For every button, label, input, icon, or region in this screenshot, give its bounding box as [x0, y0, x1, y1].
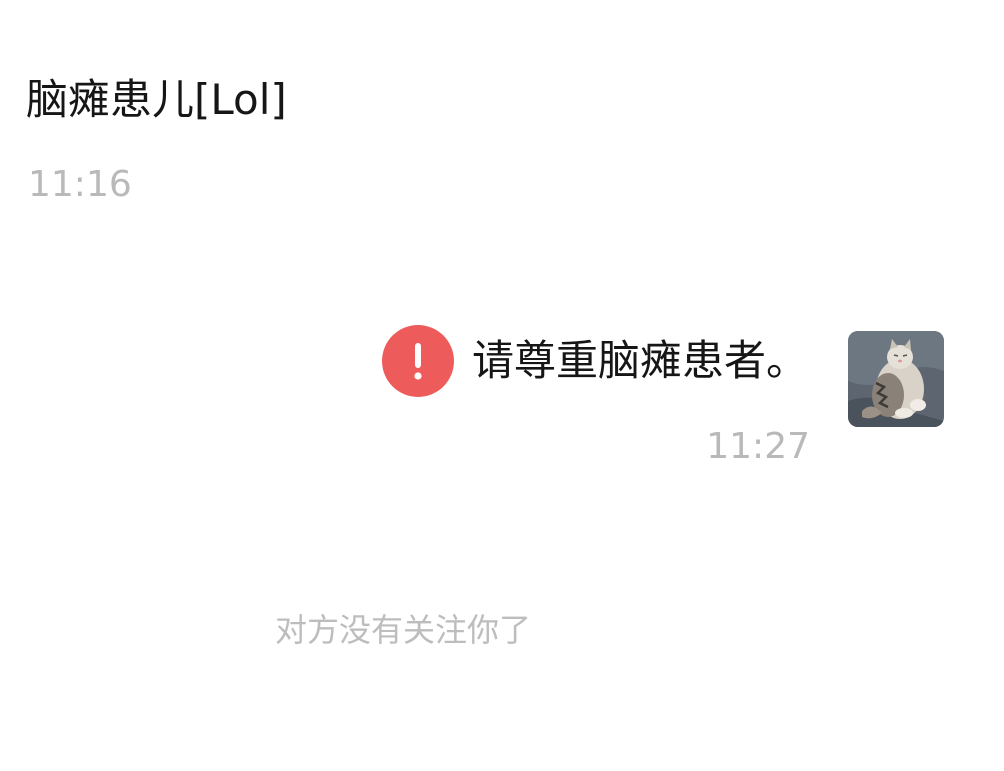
error-exclamation-icon[interactable]	[381, 325, 454, 397]
outgoing-message-time: 11:27	[706, 426, 810, 467]
incoming-message-text: 脑瘫患儿[Lol]	[26, 75, 287, 124]
user-avatar[interactable]	[848, 331, 944, 427]
cat-photo-avatar	[848, 331, 944, 427]
incoming-message-time: 11:16	[28, 164, 132, 205]
outgoing-message-text[interactable]: 请尊重脑瘫患者。	[472, 331, 808, 391]
outgoing-message-row: 请尊重脑瘫患者。	[381, 325, 808, 397]
system-notice: 对方没有关注你了	[275, 611, 532, 649]
